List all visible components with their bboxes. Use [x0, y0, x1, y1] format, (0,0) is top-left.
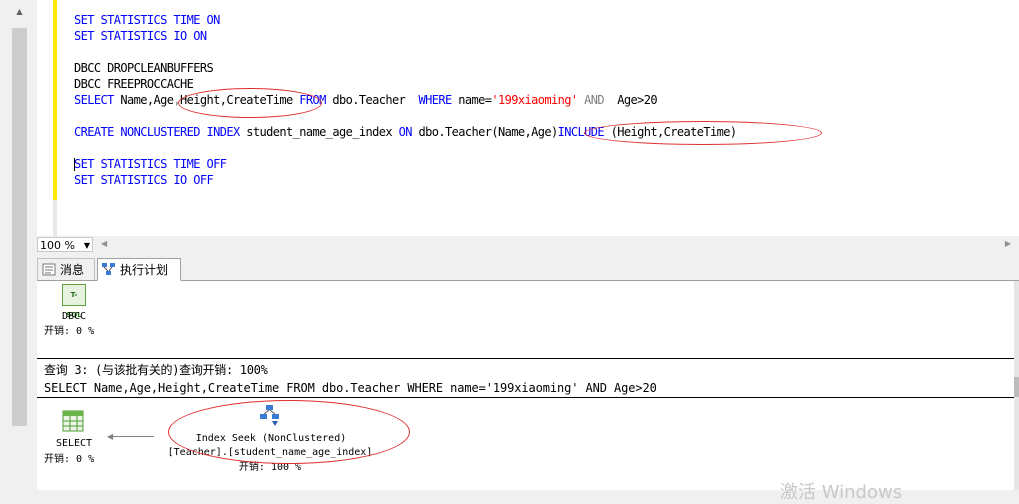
- editor-margin: [37, 0, 54, 236]
- annotation-ellipse-select-cols: [178, 88, 322, 118]
- chevron-down-icon[interactable]: ▼: [84, 238, 90, 253]
- code-line-1: SET STATISTICS TIME ON: [74, 13, 220, 27]
- select-node-icon[interactable]: [62, 410, 84, 432]
- activate-windows-watermark: 激活 Windows: [780, 482, 903, 503]
- annotation-ellipse-index-seek: [168, 400, 410, 464]
- arrow-head-icon: ◀: [107, 432, 114, 441]
- scroll-left-arrow-icon[interactable]: ◀: [101, 239, 107, 248]
- plan-arrow: [108, 436, 154, 437]
- messages-icon: [42, 263, 56, 276]
- code-line-5: DBCC FREEPROCCACHE: [74, 77, 194, 91]
- tab-plan-label: 执行计划: [120, 263, 169, 277]
- where-cond: name=: [451, 93, 492, 107]
- zoom-bar: 100 % ▼ ◀ ▶: [37, 236, 1019, 254]
- code-line-11: SET STATISTICS IO OFF: [74, 173, 214, 187]
- plan-separator-2: [37, 397, 1014, 398]
- string-literal: '199xiaoming': [491, 93, 578, 107]
- select-table: dbo.Teacher: [325, 93, 419, 107]
- code-line-2: SET STATISTICS IO ON: [74, 29, 207, 43]
- text-cursor: [74, 158, 75, 171]
- kw-select: SELECT: [74, 93, 114, 107]
- where-cond-2: Age>20: [604, 93, 657, 107]
- query-text: SELECT Name,Age,Height,CreateTime FROM d…: [44, 381, 657, 395]
- index-target: dbo.Teacher(Name,Age): [411, 125, 558, 139]
- zoom-value: 100 %: [40, 239, 75, 252]
- kw-where: WHERE: [418, 93, 453, 107]
- tab-execution-plan[interactable]: 执行计划: [97, 258, 181, 281]
- code-line-10: SET STATISTICS TIME OFF: [74, 157, 227, 171]
- results-tab-strip: 消息 执行计划: [37, 254, 1019, 281]
- scroll-up-arrow-icon[interactable]: ▲: [11, 0, 28, 24]
- execution-plan-icon: [102, 263, 115, 275]
- tab-messages-label: 消息: [60, 263, 85, 277]
- kw-create-index: CREATE NONCLUSTERED INDEX: [74, 125, 240, 139]
- dbcc-node-cost: 开销: 0 %: [44, 326, 95, 337]
- code-line-4: DBCC DROPCLEANBUFFERS: [74, 61, 214, 75]
- select-cols: Name,Age: [113, 93, 174, 107]
- plan-separator: [37, 358, 1014, 359]
- query-header: 查询 3: (与该批有关的)查询开销: 100%: [44, 363, 268, 377]
- code-line-select: SELECT Name,Age,Height,CreateTime FROM d…: [74, 92, 658, 108]
- select-node-name: SELECT: [55, 438, 93, 449]
- plan-vertical-scrollbar[interactable]: [1014, 281, 1019, 490]
- plan-scroll-thumb[interactable]: [1014, 377, 1019, 397]
- index-name: student_name_age_index: [239, 125, 399, 139]
- scrollbar-thumb[interactable]: [12, 28, 27, 426]
- zoom-select[interactable]: 100 % ▼: [37, 237, 93, 252]
- scroll-right-arrow-icon[interactable]: ▶: [1005, 239, 1011, 248]
- tab-messages[interactable]: 消息: [37, 258, 95, 280]
- annotation-ellipse-include: [584, 121, 822, 145]
- editor-vertical-scrollbar[interactable]: [11, 0, 28, 430]
- kw-on: ON: [398, 125, 413, 139]
- select-node-cost: 开销: 0 %: [44, 454, 95, 465]
- change-tracking-bar: [53, 0, 57, 200]
- kw-and: AND: [577, 93, 604, 107]
- tsql-icon[interactable]: T-SQL: [62, 284, 86, 319]
- dbcc-node-name: DBCC: [61, 311, 87, 322]
